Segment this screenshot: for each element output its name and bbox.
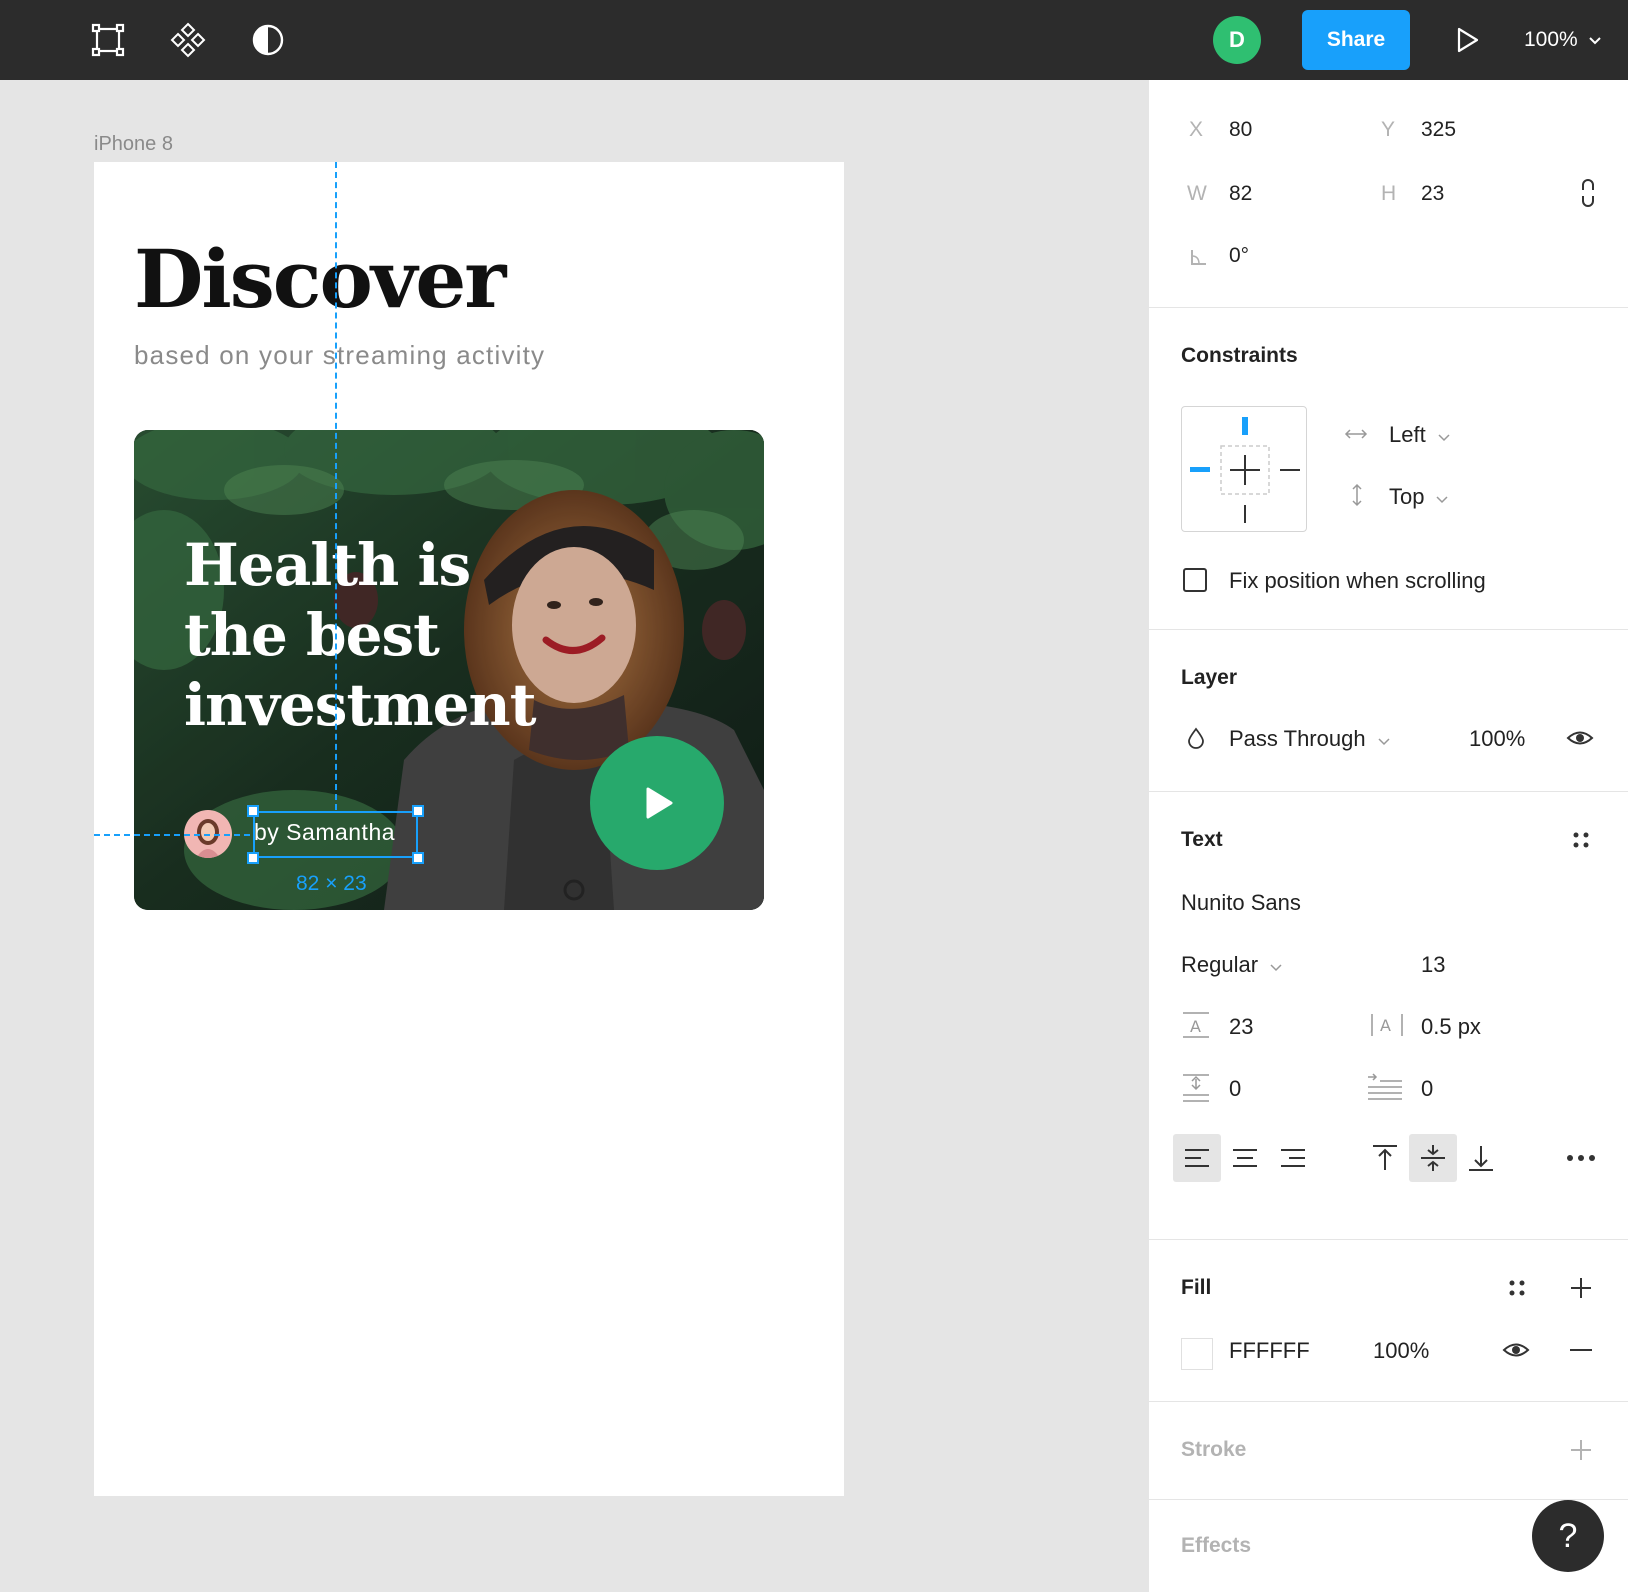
line-height-icon: A — [1181, 1010, 1211, 1040]
horizontal-constraint-dropdown[interactable]: Left — [1389, 422, 1450, 448]
fill-color-swatch[interactable] — [1181, 1338, 1213, 1370]
frame-label[interactable]: iPhone 8 — [94, 133, 173, 156]
blend-mode-icon — [1185, 726, 1207, 750]
h-input[interactable]: 23 — [1421, 182, 1444, 206]
fill-title: Fill — [1181, 1276, 1212, 1299]
resize-handle-tr[interactable] — [412, 805, 424, 817]
stroke-section: Stroke — [1149, 1402, 1628, 1500]
properties-panel: X 80 Y 325 W 82 H 23 0° Constraints Left — [1148, 80, 1628, 1592]
constrain-proportions-icon[interactable] — [1573, 176, 1603, 210]
align-right-button[interactable] — [1269, 1134, 1317, 1182]
present-play-icon[interactable] — [1448, 20, 1488, 60]
stroke-title: Stroke — [1181, 1438, 1247, 1461]
more-options-icon[interactable] — [1557, 1134, 1605, 1182]
letter-spacing-icon: A — [1369, 1010, 1405, 1040]
font-style-dropdown[interactable]: Regular — [1181, 952, 1282, 978]
remove-fill-icon[interactable] — [1567, 1338, 1595, 1362]
vertical-constraint-value: Top — [1389, 484, 1425, 509]
w-label: W — [1187, 182, 1207, 205]
eye-icon[interactable] — [1565, 726, 1595, 750]
zoom-label: 100% — [1524, 28, 1578, 51]
zoom-dropdown[interactable]: 100% — [1524, 24, 1602, 56]
resize-handle-bl[interactable] — [247, 852, 259, 864]
card-play-button[interactable] — [590, 736, 724, 870]
rotation-input[interactable]: 0° — [1229, 244, 1249, 268]
font-size-input[interactable]: 13 — [1421, 952, 1445, 978]
svg-text:A: A — [1380, 1016, 1391, 1035]
add-stroke-icon[interactable] — [1567, 1436, 1595, 1464]
frame-icon[interactable] — [86, 18, 130, 62]
chevron-down-icon — [1438, 422, 1450, 448]
resize-handle-tl[interactable] — [247, 805, 259, 817]
selection-box[interactable] — [253, 811, 418, 858]
blend-mode-dropdown[interactable]: Pass Through — [1229, 726, 1390, 752]
paragraph-spacing-input[interactable]: 0 — [1229, 1076, 1241, 1102]
constraint-widget[interactable] — [1181, 406, 1307, 532]
text-title: Text — [1181, 828, 1223, 851]
x-label: X — [1189, 118, 1204, 141]
horizontal-constraint-icon — [1343, 424, 1369, 444]
position-section: X 80 Y 325 W 82 H 23 0° — [1149, 80, 1628, 308]
blend-mode-value: Pass Through — [1229, 726, 1366, 751]
paragraph-spacing-icon — [1181, 1072, 1211, 1104]
x-input[interactable]: 80 — [1229, 118, 1252, 142]
align-center-button[interactable] — [1221, 1134, 1269, 1182]
y-label: Y — [1381, 118, 1396, 141]
y-input[interactable]: 325 — [1421, 118, 1456, 142]
chevron-down-icon — [1436, 484, 1449, 510]
constraints-title: Constraints — [1181, 344, 1298, 367]
layer-section: Layer Pass Through 100% — [1149, 630, 1628, 792]
letter-spacing-input[interactable]: 0.5 px — [1421, 1014, 1481, 1040]
effects-title: Effects — [1181, 1534, 1252, 1557]
styles-grid-icon[interactable] — [1569, 828, 1593, 852]
user-avatar[interactable]: D — [1213, 16, 1261, 64]
contrast-icon[interactable] — [246, 18, 290, 62]
line-height-input[interactable]: 23 — [1229, 1014, 1253, 1040]
layer-title: Layer — [1181, 666, 1238, 689]
paragraph-indent-icon — [1365, 1072, 1405, 1104]
align-bottom-button[interactable] — [1457, 1134, 1505, 1182]
add-fill-icon[interactable] — [1567, 1274, 1595, 1302]
fill-opacity-input[interactable]: 100% — [1373, 1338, 1429, 1364]
horizontal-constraint-value: Left — [1389, 422, 1426, 447]
share-button[interactable]: Share — [1302, 10, 1410, 70]
fill-hex-input[interactable]: FFFFFF — [1229, 1338, 1310, 1364]
discover-title[interactable]: Discover — [134, 232, 506, 326]
horizontal-guide — [94, 834, 250, 836]
h-label: H — [1381, 182, 1397, 205]
font-style-value: Regular — [1181, 952, 1259, 977]
featured-card[interactable]: Health is the best investment by Samanth… — [134, 430, 764, 910]
play-icon — [646, 787, 673, 819]
fill-styles-grid-icon[interactable] — [1505, 1276, 1529, 1300]
font-family-dropdown[interactable]: Nunito Sans — [1181, 890, 1301, 916]
w-input[interactable]: 82 — [1229, 182, 1252, 206]
layer-opacity-input[interactable]: 100% — [1469, 726, 1525, 752]
chevron-down-icon — [1378, 726, 1390, 752]
help-button[interactable]: ? — [1532, 1500, 1604, 1572]
toolbar: D Share 100% — [0, 0, 1628, 80]
fix-position-label: Fix position when scrolling — [1229, 568, 1486, 593]
svg-text:A: A — [1190, 1017, 1201, 1036]
fill-section: Fill FFFFFF 100% — [1149, 1240, 1628, 1402]
paragraph-indent-input[interactable]: 0 — [1421, 1076, 1433, 1102]
align-middle-button[interactable] — [1409, 1134, 1457, 1182]
align-left-button[interactable] — [1173, 1134, 1221, 1182]
chevron-down-icon — [1588, 28, 1602, 52]
resize-handle-br[interactable] — [412, 852, 424, 864]
text-section: Text Nunito Sans Regular 13 A 23 A 0.5 p… — [1149, 792, 1628, 1240]
card-headline[interactable]: Health is the best investment — [184, 530, 544, 740]
vertical-guide — [335, 162, 337, 810]
component-icon[interactable] — [166, 18, 210, 62]
vertical-constraint-icon — [1349, 482, 1365, 508]
selection-dimensions: 82 × 23 — [296, 872, 367, 895]
chevron-down-icon — [1270, 952, 1282, 978]
fix-position-checkbox[interactable] — [1183, 568, 1207, 592]
rotation-icon — [1187, 244, 1209, 270]
fill-eye-icon[interactable] — [1501, 1338, 1531, 1362]
vertical-constraint-dropdown[interactable]: Top — [1389, 484, 1449, 510]
discover-subtitle[interactable]: based on your streaming activity — [134, 340, 545, 371]
align-top-button[interactable] — [1361, 1134, 1409, 1182]
